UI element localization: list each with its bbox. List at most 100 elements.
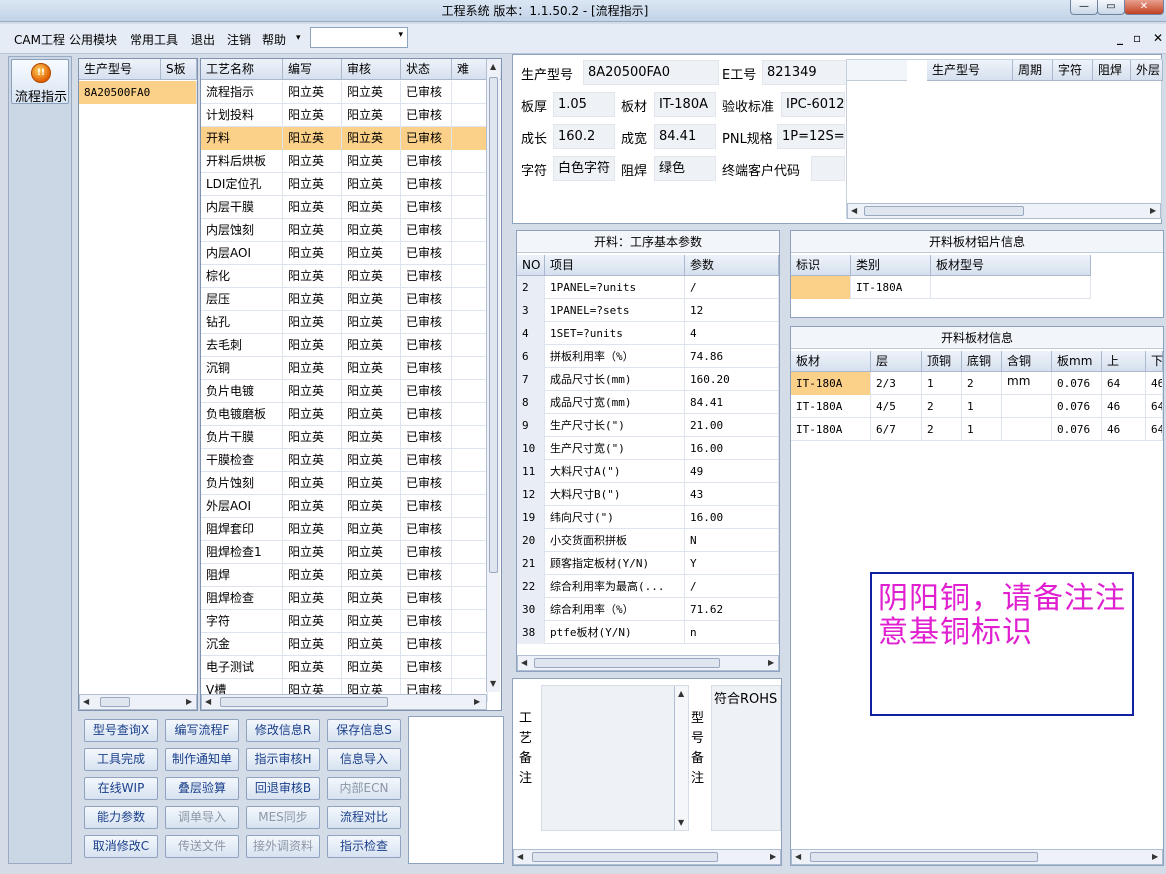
process-row[interactable]: 层压 阳立英 阳立英 已审核 — [201, 288, 488, 311]
right-grid-header[interactable]: 字符 — [1053, 60, 1093, 81]
scroll-right-icon[interactable]: ▶ — [768, 658, 774, 667]
process-row[interactable]: 阻焊套印 阳立英 阳立英 已审核 — [201, 518, 488, 541]
menu-help[interactable]: 帮助 — [262, 31, 286, 48]
help-arrow-icon[interactable]: ▾ — [296, 33, 301, 43]
action-button[interactable]: 工具完成 — [84, 748, 158, 771]
params-row[interactable]: 4 1SET=?units 4 — [517, 322, 779, 345]
menu-logout[interactable]: 注销 — [227, 31, 251, 48]
params-row[interactable]: 21 顾客指定板材(Y/N) Y — [517, 552, 779, 575]
params-row[interactable]: 38 ptfe板材(Y/N) n — [517, 621, 779, 644]
pnl-field[interactable]: 1P=12S= — [777, 124, 845, 149]
process-row[interactable]: 阻焊检查1 阳立英 阳立英 已审核 — [201, 541, 488, 564]
process-row[interactable]: 外层AOI 阳立英 阳立英 已审核 — [201, 495, 488, 518]
model-row[interactable]: 8A20500FA0 — [79, 81, 197, 104]
process-row[interactable]: 内层干膜 阳立英 阳立英 已审核 — [201, 196, 488, 219]
action-button[interactable]: 制作通知单 — [165, 748, 239, 771]
menu-public-modules[interactable]: 公用模块 — [69, 31, 117, 48]
board-header[interactable]: 板材 — [791, 351, 871, 372]
params-row[interactable]: 10 生产尺寸宽(") 16.00 — [517, 437, 779, 460]
scroll-thumb[interactable] — [810, 852, 1038, 862]
process-row[interactable]: 沉铜 阳立英 阳立英 已审核 — [201, 357, 488, 380]
process-row[interactable]: 电子测试 阳立英 阳立英 已审核 — [201, 656, 488, 679]
action-button[interactable]: 取消修改C — [84, 835, 158, 858]
process-row[interactable]: 负片电镀 阳立英 阳立英 已审核 — [201, 380, 488, 403]
params-hscroll[interactable]: ◀ ▶ — [517, 655, 779, 671]
mask-field[interactable]: 绿色 — [654, 156, 716, 181]
params-row[interactable]: 22 综合利用率为最高(... / — [517, 575, 779, 598]
params-row[interactable]: 11 大料尺寸A(") 49 — [517, 460, 779, 483]
params-header[interactable]: NO — [517, 255, 545, 276]
scroll-left-icon[interactable]: ◀ — [795, 852, 801, 861]
params-row[interactable]: 6 拼板利用率（%） 74.86 — [517, 345, 779, 368]
process-row[interactable]: 内层AOI 阳立英 阳立英 已审核 — [201, 242, 488, 265]
maximize-button[interactable]: ▭ — [1097, 0, 1125, 15]
action-button[interactable]: 指示审核H — [246, 748, 320, 771]
right-grid-header[interactable]: 生产型号 — [927, 60, 1013, 81]
note-vscroll[interactable]: ▲ ▼ — [674, 686, 688, 830]
material-field[interactable]: IT-180A — [654, 92, 716, 117]
alu-header[interactable]: 标识 — [791, 255, 851, 276]
process-row[interactable]: 阻焊 阳立英 阳立英 已审核 — [201, 564, 488, 587]
process-list-hscroll[interactable]: ◀ ▶ — [201, 694, 487, 710]
model-field[interactable]: 8A20500FA0 — [583, 60, 719, 85]
board-header[interactable]: 板mm — [1052, 351, 1102, 372]
params-row[interactable]: 12 大料尺寸B(") 43 — [517, 483, 779, 506]
model-list-hscroll[interactable]: ◀ ▶ — [79, 694, 197, 710]
right-grid-header[interactable]: 周期 — [1013, 60, 1053, 81]
action-button[interactable]: 信息导入 — [327, 748, 401, 771]
board-row[interactable]: IT-180A 6/7 2 1 0.076 46 64 — [791, 418, 1163, 441]
action-button[interactable]: 保存信息S — [327, 719, 401, 742]
action-button[interactable]: 在线WIP — [84, 777, 158, 800]
process-row[interactable]: 字符 阳立英 阳立英 已审核 — [201, 610, 488, 633]
scroll-right-icon[interactable]: ▶ — [474, 697, 480, 706]
scroll-thumb[interactable] — [534, 658, 720, 668]
params-row[interactable]: 20 小交货面积拼板 N — [517, 529, 779, 552]
params-row[interactable]: 9 生产尺寸长(") 21.00 — [517, 414, 779, 437]
process-row[interactable]: 开料后烘板 阳立英 阳立英 已审核 — [201, 150, 488, 173]
mdi-minimize-button[interactable]: _ — [1117, 31, 1123, 45]
action-button[interactable]: 叠层验算 — [165, 777, 239, 800]
action-button[interactable]: 流程对比 — [327, 806, 401, 829]
process-row[interactable]: 干膜检查 阳立英 阳立英 已审核 — [201, 449, 488, 472]
board-header[interactable]: 含铜mm — [1002, 351, 1052, 388]
process-row[interactable]: 负片蚀刻 阳立英 阳立英 已审核 — [201, 472, 488, 495]
minimize-button[interactable]: — — [1070, 0, 1098, 15]
action-button[interactable]: 回退审核B — [246, 777, 320, 800]
params-row[interactable]: 8 成品尺寸宽(mm) 84.41 — [517, 391, 779, 414]
alu-header[interactable]: 类别 — [851, 255, 931, 276]
length-field[interactable]: 160.2 — [553, 124, 615, 149]
scroll-down-icon[interactable]: ▼ — [678, 818, 684, 827]
scroll-left-icon[interactable]: ◀ — [83, 697, 89, 706]
accept-field[interactable]: IPC-6012 — [781, 92, 845, 117]
process-row[interactable]: 内层蚀刻 阳立英 阳立英 已审核 — [201, 219, 488, 242]
alu-header[interactable]: 板材型号 — [931, 255, 1091, 276]
flow-indicator-button[interactable]: !! 流程指示 — [11, 59, 69, 105]
params-row[interactable]: 2 1PANEL=?units / — [517, 276, 779, 299]
scroll-thumb[interactable] — [220, 697, 388, 707]
scroll-left-icon[interactable]: ◀ — [851, 206, 857, 215]
scroll-up-icon[interactable]: ▲ — [678, 689, 684, 698]
process-list-header[interactable]: 工艺名称 — [201, 59, 283, 80]
customer-field[interactable] — [811, 156, 845, 181]
action-button[interactable]: 内部ECN — [327, 777, 401, 800]
width-field[interactable]: 84.41 — [654, 124, 716, 149]
process-note-field[interactable]: ▲ ▼ — [541, 685, 689, 831]
menu-cam[interactable]: CAM工程 — [14, 31, 65, 48]
params-row[interactable]: 7 成品尺寸长(mm) 160.20 — [517, 368, 779, 391]
process-row[interactable]: 流程指示 阳立英 阳立英 已审核 — [201, 81, 488, 104]
scroll-down-icon[interactable]: ▼ — [490, 679, 496, 688]
scroll-left-icon[interactable]: ◀ — [205, 697, 211, 706]
scroll-right-icon[interactable]: ▶ — [770, 852, 776, 861]
process-list-vscroll[interactable]: ▲ ▼ — [486, 59, 500, 692]
action-button[interactable]: MES同步 — [246, 806, 320, 829]
process-row[interactable]: 负电镀磨板 阳立英 阳立英 已审核 — [201, 403, 488, 426]
model-list-header[interactable]: 生产型号 — [79, 59, 161, 80]
process-row[interactable]: 棕化 阳立英 阳立英 已审核 — [201, 265, 488, 288]
model-list-header[interactable]: S板 — [161, 59, 197, 80]
action-button[interactable]: 修改信息R — [246, 719, 320, 742]
scroll-right-icon[interactable]: ▶ — [1152, 852, 1158, 861]
board-header[interactable]: 层 — [871, 351, 922, 372]
scroll-right-icon[interactable]: ▶ — [1150, 206, 1156, 215]
action-button[interactable]: 能力参数 — [84, 806, 158, 829]
scroll-thumb[interactable] — [532, 852, 718, 862]
